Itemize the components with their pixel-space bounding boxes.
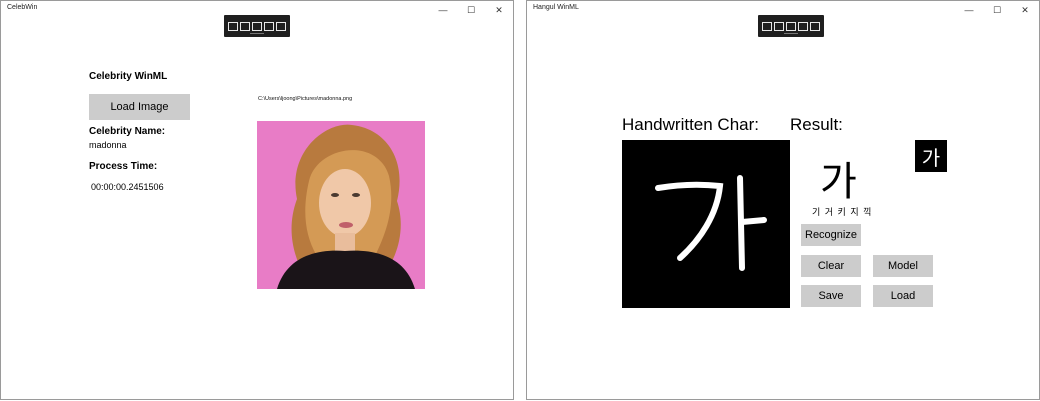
celebrity-photo: [257, 121, 425, 289]
track-focus-icon[interactable]: [252, 21, 262, 31]
toolbar-grip[interactable]: [784, 33, 798, 34]
drawing-canvas[interactable]: [622, 140, 790, 308]
track-focus-icon[interactable]: [786, 21, 796, 31]
live-tree-icon[interactable]: [798, 21, 808, 31]
handwritten-label: Handwritten Char:: [622, 115, 760, 134]
close-button[interactable]: ✕: [485, 1, 513, 19]
handwritten-stroke: [655, 175, 767, 271]
celebwin-window: CelebWin — ☐ ✕ Celebrity WinML Load Imag…: [0, 0, 514, 400]
hangul-window: Hangul WinML — ☐ ✕ Handwritten Char: Res…: [526, 0, 1040, 400]
celebrity-name-label: Celebrity Name:: [89, 126, 166, 137]
maximize-icon: ☐: [466, 4, 476, 15]
select-element-icon[interactable]: [762, 21, 772, 31]
maximize-icon: ☐: [992, 4, 1002, 15]
maximize-button[interactable]: ☐: [457, 1, 485, 19]
result-character: 가: [820, 160, 857, 204]
close-icon: ✕: [495, 4, 503, 15]
live-tree-icon[interactable]: [264, 21, 274, 31]
select-element-icon[interactable]: [228, 21, 238, 31]
window-title: CelebWin: [7, 4, 38, 11]
debug-toolbar: [758, 15, 824, 37]
minimize-icon: —: [438, 5, 448, 15]
portrait-image: [257, 121, 425, 289]
window-controls: — ☐ ✕: [429, 1, 513, 19]
minimize-button[interactable]: —: [429, 1, 457, 19]
display-layout-icon[interactable]: [240, 21, 250, 31]
celebrity-name-value: madonna: [89, 140, 127, 150]
preview-character-box: 가: [915, 140, 947, 172]
model-button[interactable]: Model: [873, 255, 933, 277]
app-heading: Celebrity WinML: [89, 71, 168, 82]
hot-reload-icon[interactable]: [276, 21, 286, 31]
close-icon: ✕: [1021, 4, 1029, 15]
process-time-value: 00:00:00.2451506: [91, 182, 164, 192]
file-path: C:\Users\ljoong\Pictures\madonna.png: [258, 96, 353, 102]
load-button[interactable]: Load: [873, 285, 933, 307]
close-button[interactable]: ✕: [1011, 1, 1039, 19]
candidate-list: 기 거 키 지 끽: [812, 207, 873, 217]
recognize-button[interactable]: Recognize: [801, 224, 861, 246]
debug-toolbar: [224, 15, 290, 37]
save-button[interactable]: Save: [801, 285, 861, 307]
hot-reload-icon[interactable]: [810, 21, 820, 31]
minimize-button[interactable]: —: [955, 1, 983, 19]
minimize-icon: —: [964, 5, 974, 15]
result-label: Result:: [790, 115, 843, 134]
maximize-button[interactable]: ☐: [983, 1, 1011, 19]
window-title: Hangul WinML: [533, 4, 579, 11]
toolbar-grip[interactable]: [250, 33, 264, 34]
display-layout-icon[interactable]: [774, 21, 784, 31]
clear-button[interactable]: Clear: [801, 255, 861, 277]
process-time-label: Process Time:: [89, 161, 158, 172]
load-image-button[interactable]: Load Image: [89, 94, 190, 120]
window-controls: — ☐ ✕: [955, 1, 1039, 19]
